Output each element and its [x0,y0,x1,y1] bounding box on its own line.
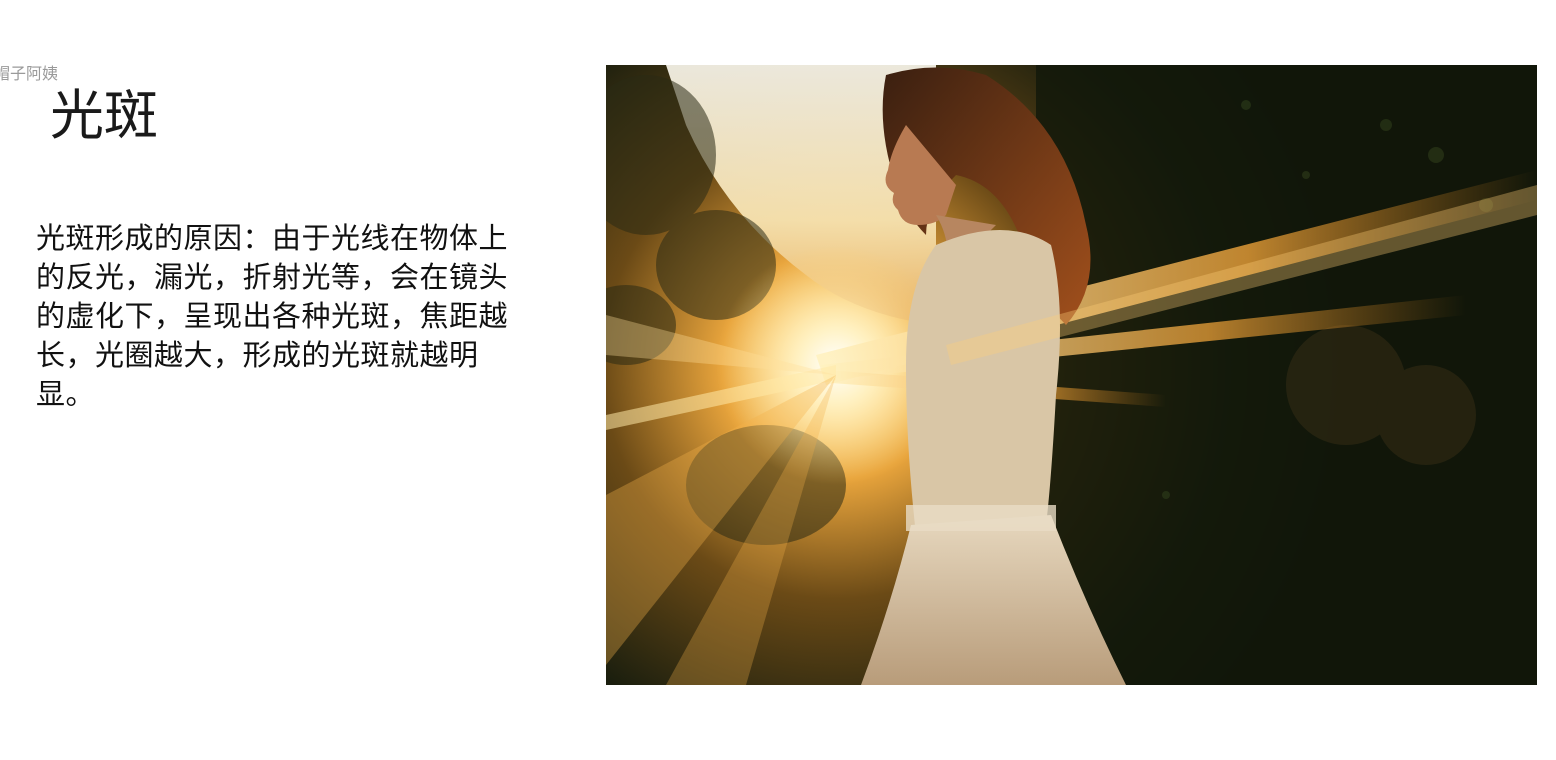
slide-body-text: 光斑形成的原因：由于光线在物体上的反光，漏光，折射光等，会在镜头的虚化下，呈现出… [36,221,509,411]
photo-illustration [606,65,1537,685]
watermark-text: 帽子阿姨 [0,64,59,83]
backlit-portrait-photo [606,65,1537,685]
slide-title: 光斑 [50,84,158,147]
slide: 帽子阿姨 光斑 光斑形成的原因：由于光线在物体上的反光，漏光，折射光等，会在镜头… [0,0,1556,760]
